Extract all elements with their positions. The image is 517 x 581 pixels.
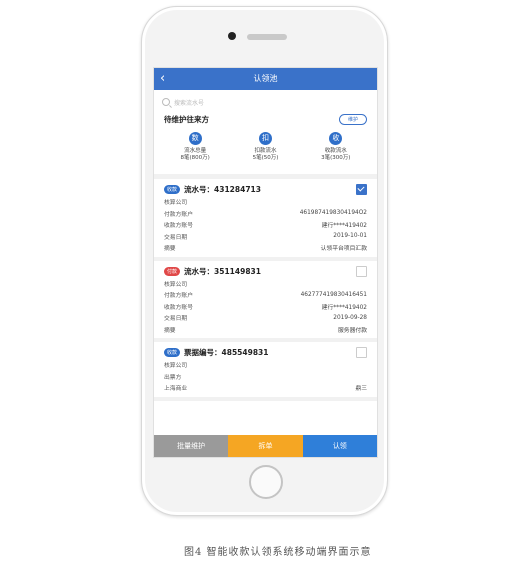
stat-debit[interactable]: 扣 扣款流水 5笔(50万) xyxy=(235,132,295,172)
detail-value: 2019-10-01 xyxy=(333,233,367,240)
stat-value: 8笔(800万) xyxy=(180,155,210,161)
nav-bar: ‹ 认领池 xyxy=(154,68,377,90)
transaction-card[interactable]: 收款 流水号：431284713 核算公司 付款方账户 4619874198304… xyxy=(154,179,377,261)
detail-row: 上海商业 鼎三 xyxy=(164,382,367,394)
detail-key: 摘要 xyxy=(164,327,176,334)
speaker-icon xyxy=(247,34,287,40)
detail-row: 交易日期 2019-10-01 xyxy=(164,231,367,243)
detail-key: 上海商业 xyxy=(164,386,188,393)
stat-value: 3笔(300万) xyxy=(321,155,351,161)
select-checkbox[interactable] xyxy=(356,265,367,277)
card-header: 收款 票据编号：485549831 xyxy=(164,346,367,359)
status-badge: 收款 xyxy=(164,348,181,357)
home-button[interactable] xyxy=(249,465,283,499)
search-placeholder: 搜索流水号 xyxy=(174,99,205,107)
stat-value: 5笔(50万) xyxy=(252,155,279,161)
page-title: 认领池 xyxy=(253,74,278,83)
detail-row: 核算公司 xyxy=(164,278,367,290)
search-input[interactable]: 搜索流水号 xyxy=(162,95,369,109)
camera-icon xyxy=(228,32,236,40)
select-checkbox[interactable] xyxy=(356,184,367,195)
split-order-button[interactable]: 拆单 xyxy=(228,435,303,457)
status-badge: 收款 xyxy=(164,185,181,194)
detail-row: 付款方账户 4619874198304194O2 xyxy=(164,208,367,220)
detail-row: 摘要 认领平台项目汇款 xyxy=(164,242,367,254)
detail-key: 收款方账号 xyxy=(164,223,193,230)
total-flow-icon: 数 xyxy=(188,132,202,145)
section-title: 待维护往来方 xyxy=(164,115,209,124)
detail-value: 认领平台项目汇款 xyxy=(320,246,367,253)
detail-row: 收款方账号 建行****419402 xyxy=(164,301,367,313)
stat-label: 流水总量 xyxy=(184,148,207,154)
detail-row: 付款方账户 462777419830416451 xyxy=(164,289,367,301)
phone-screen: ‹ 认领池 搜索流水号 待维护往来方 维护 数 流水总量 8笔(800万) 扣 … xyxy=(153,67,378,458)
figure-caption: 图4 智能收款认领系统移动端界面示意 xyxy=(184,547,372,558)
bottom-action-bar: 批量维护 拆单 认领 xyxy=(154,435,377,457)
detail-row: 交易日期 2019-09-28 xyxy=(164,312,367,324)
select-checkbox[interactable] xyxy=(356,347,367,358)
detail-value: 2019-09-28 xyxy=(333,314,367,321)
maintain-button[interactable]: 维护 xyxy=(338,114,367,125)
status-badge: 付款 xyxy=(164,266,181,276)
detail-key: 核算公司 xyxy=(164,281,188,288)
credit-flow-icon: 收 xyxy=(329,132,343,145)
detail-row: 核算公司 xyxy=(164,196,367,208)
batch-maintain-button[interactable]: 批量维护 xyxy=(154,435,229,457)
detail-row: 出票方 xyxy=(164,371,367,383)
debit-flow-icon: 扣 xyxy=(258,132,272,145)
stat-label: 收款流水 xyxy=(324,148,347,154)
transaction-card[interactable]: 收款 票据编号：485549831 核算公司 出票方 上海商业 鼎三 xyxy=(154,342,377,401)
card-header: 付款 流水号：351149831 xyxy=(164,265,367,278)
detail-value: 鼎三 xyxy=(355,386,367,393)
stat-label: 扣款流水 xyxy=(254,148,277,154)
detail-key: 付款方账户 xyxy=(164,211,193,218)
detail-row: 收款方账号 建行****419402 xyxy=(164,219,367,231)
detail-key: 出票方 xyxy=(164,374,182,381)
detail-row: 核算公司 xyxy=(164,359,367,371)
serial-number: 流水号：431284713 xyxy=(184,185,261,194)
claim-button[interactable]: 认领 xyxy=(302,435,377,457)
detail-value: 服务器付款 xyxy=(338,327,367,334)
serial-number: 流水号：351149831 xyxy=(184,266,261,276)
detail-key: 核算公司 xyxy=(164,363,188,370)
transaction-card[interactable]: 付款 流水号：351149831 核算公司 付款方账户 4627774198304… xyxy=(154,261,377,342)
detail-key: 摘要 xyxy=(164,246,176,253)
serial-number: 票据编号：485549831 xyxy=(184,348,269,357)
detail-key: 核算公司 xyxy=(164,200,188,207)
detail-row: 摘要 服务器付款 xyxy=(164,324,367,336)
stat-credit[interactable]: 收 收款流水 3笔(300万) xyxy=(306,132,366,172)
stat-total[interactable]: 数 流水总量 8笔(800万) xyxy=(165,132,225,172)
detail-value: 建行****419402 xyxy=(321,223,367,230)
detail-key: 付款方账户 xyxy=(164,293,193,300)
detail-value: 4619874198304194O2 xyxy=(299,210,367,217)
detail-key: 交易日期 xyxy=(164,316,188,323)
detail-key: 收款方账号 xyxy=(164,304,193,311)
pending-section-header: 待维护往来方 维护 xyxy=(154,109,377,126)
card-header: 收款 流水号：431284713 xyxy=(164,183,367,196)
detail-value: 建行****419402 xyxy=(321,304,367,311)
detail-key: 交易日期 xyxy=(164,234,188,241)
search-icon xyxy=(162,98,170,106)
stats-row: 数 流水总量 8笔(800万) 扣 扣款流水 5笔(50万) 收 收款流水 3笔… xyxy=(154,126,377,172)
detail-value: 462777419830416451 xyxy=(300,291,367,298)
